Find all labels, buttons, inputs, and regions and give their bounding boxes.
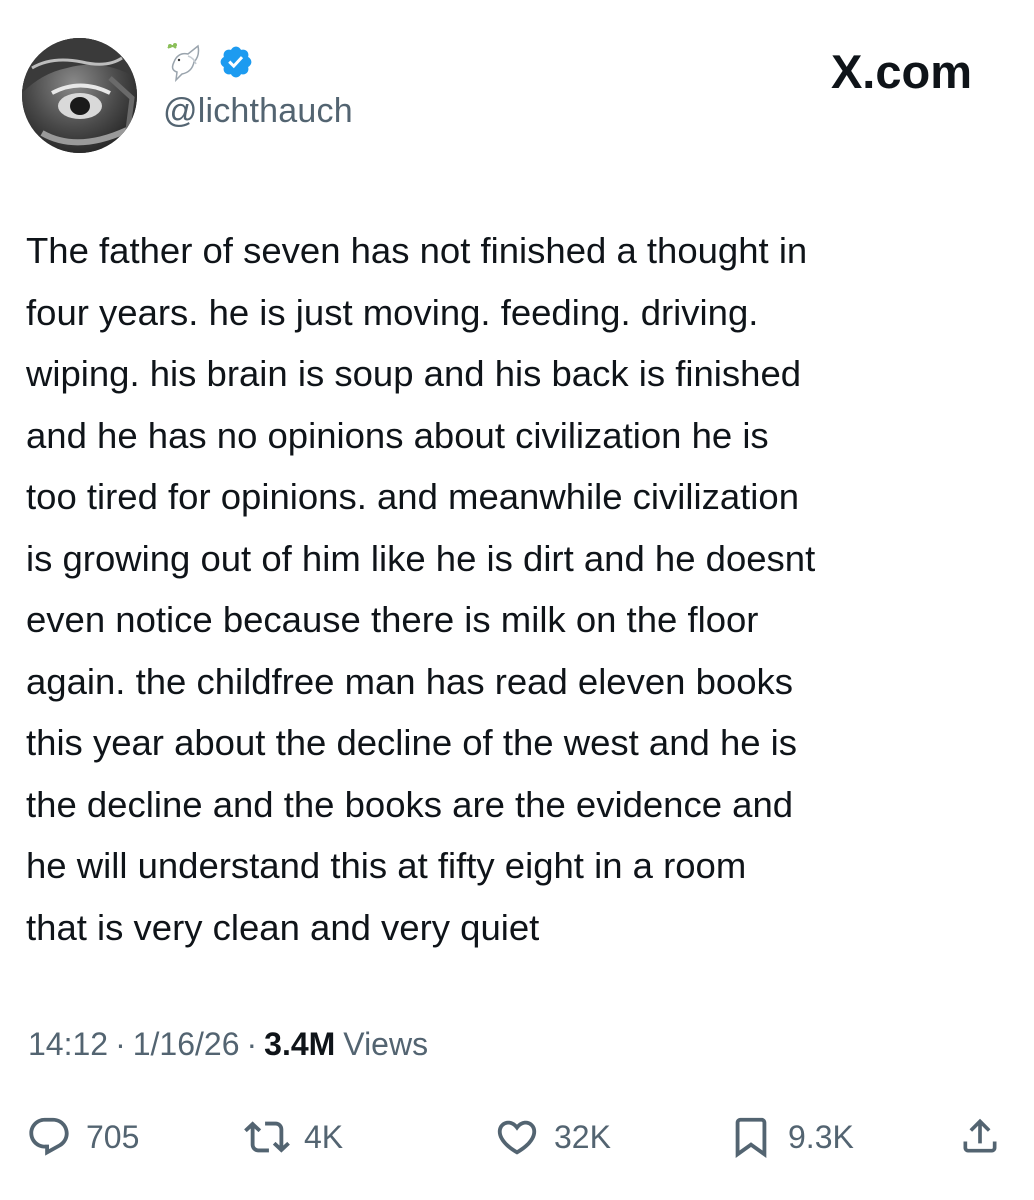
post-text-line: this year about the decline of the west …	[26, 722, 798, 763]
views-count: 3.4M	[264, 1026, 336, 1062]
avatar-image	[22, 38, 137, 153]
repost-icon	[244, 1114, 290, 1160]
post-text-line: that is very clean and very quiet	[26, 906, 540, 948]
bookmark-icon	[728, 1114, 774, 1160]
reply-count: 705	[86, 1118, 140, 1155]
post-text-line: again. the childfree man has read eleven…	[26, 660, 793, 702]
post-text-line: is growing out of him like he is dirt an…	[26, 537, 816, 579]
repost-count: 4K	[304, 1118, 344, 1155]
action-bar: 705 4K 32K 9.3K	[0, 1108, 1034, 1168]
user-handle[interactable]: @lichthauch	[163, 92, 353, 131]
views-label: Views	[343, 1026, 429, 1062]
repost-button[interactable]: 4K	[244, 1114, 343, 1160]
bookmark-button[interactable]: 9.3K	[728, 1114, 854, 1160]
post-meta: 14:12 · 1/16/26 · 3.4M Views	[28, 1026, 428, 1063]
reply-button[interactable]: 705	[26, 1114, 139, 1160]
name-badges	[164, 42, 254, 87]
post-text-line: four years. he is just moving. feeding. …	[26, 291, 759, 333]
post-text-line: he will understand this at fifty eight i…	[26, 845, 747, 886]
like-count: 32K	[554, 1118, 611, 1155]
post-text-line: the decline and the books are the eviden…	[26, 783, 794, 825]
post-date[interactable]: 1/16/26	[133, 1026, 240, 1063]
verified-badge-icon	[218, 44, 254, 85]
post-text-line: too tired for opinions. and meanwhile ci…	[26, 476, 800, 517]
share-button[interactable]	[958, 1114, 1002, 1158]
meta-separator: ·	[115, 1026, 126, 1062]
brand-watermark: X.com	[831, 44, 972, 99]
post-time[interactable]: 14:12	[28, 1026, 108, 1063]
meta-separator: ·	[246, 1026, 258, 1062]
post-text-line: wiping. his brain is soup and his back i…	[26, 353, 802, 394]
avatar[interactable]	[22, 38, 137, 153]
reply-icon	[26, 1114, 72, 1160]
post-text-line: and he has no opinions about civilizatio…	[26, 414, 769, 456]
like-icon	[494, 1114, 540, 1160]
like-button[interactable]: 32K	[494, 1114, 611, 1160]
post-text-line: even notice because there is milk on the…	[26, 599, 759, 640]
share-icon	[958, 1114, 1002, 1158]
post-text: The father of seven has not finished a t…	[26, 220, 1016, 958]
bookmark-count: 9.3K	[788, 1118, 854, 1155]
dove-icon	[164, 42, 208, 87]
brand-label: X.com	[830, 45, 972, 98]
post-text-line: The father of seven has not finished a t…	[26, 230, 808, 271]
